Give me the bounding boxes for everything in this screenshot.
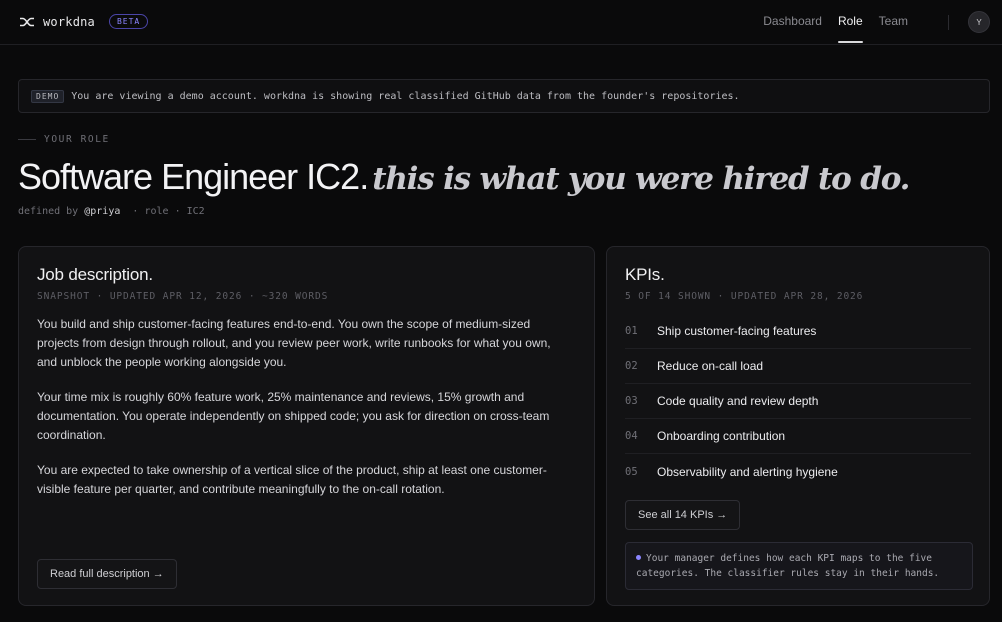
kpi-label: Observability and alerting hygiene: [657, 464, 838, 479]
section-label-text: YOUR ROLE: [44, 134, 110, 145]
kpi-label: Code quality and review depth: [657, 394, 819, 408]
nav-team[interactable]: Team: [879, 14, 908, 28]
kpi-number: 03: [625, 395, 638, 407]
beta-badge: BETA: [108, 14, 149, 29]
demo-tag: DEMO: [31, 89, 65, 103]
kpi-item[interactable]: 01 Ship customer-facing features: [625, 314, 971, 349]
nav-role[interactable]: Role: [837, 14, 863, 43]
info-dot-icon: [636, 555, 641, 560]
demo-banner: DEMO You are viewing a demo account. wor…: [18, 79, 990, 113]
nav-dashboard[interactable]: Dashboard: [763, 14, 822, 28]
demo-banner-text: You are viewing a demo account. workdna …: [71, 90, 740, 102]
kpi-card-title: KPIs.: [625, 265, 665, 284]
kpi-label: Ship customer-facing features: [657, 324, 817, 338]
meta-suffix: · role · IC2: [132, 206, 205, 217]
kpi-item[interactable]: 05 Observability and alerting hygiene: [625, 454, 971, 489]
read-full-description-button[interactable]: Read full description →: [37, 559, 177, 589]
job-card-subtitle: SNAPSHOT · UPDATED APR 12, 2026 · ~320 W…: [37, 291, 329, 302]
job-card-title: Job description.: [37, 265, 153, 284]
kpi-item[interactable]: 03 Code quality and review depth: [625, 384, 971, 419]
kpi-item[interactable]: 02 Reduce on-call load: [625, 349, 971, 384]
brand-name: workdna: [43, 14, 95, 29]
brand[interactable]: workdna BETA: [19, 14, 149, 29]
kpi-number: 01: [625, 325, 638, 337]
meta-prefix: defined by: [18, 206, 79, 217]
role-tagline: this is what you were hired to do.: [372, 161, 910, 197]
user-avatar[interactable]: Y: [968, 11, 990, 33]
section-dash: [18, 139, 36, 140]
kpi-note-text: Your manager defines how each KPI maps t…: [636, 553, 940, 579]
kpi-card-subtitle: 5 OF 14 SHOWN · UPDATED APR 28, 2026: [625, 291, 864, 302]
role-meta: defined by @priya · role · IC2: [18, 206, 205, 217]
kpi-list: 01 Ship customer-facing features 02 Redu…: [625, 314, 971, 489]
kpi-label: Reduce on-call load: [657, 359, 764, 373]
section-label: YOUR ROLE: [18, 134, 110, 145]
kpi-item[interactable]: 04 Onboarding contribution: [625, 419, 971, 454]
page-title: Software Engineer IC2. this is what you w…: [18, 156, 910, 198]
kpi-info-note: Your manager defines how each KPI maps t…: [625, 542, 973, 590]
kpis-card: KPIs. 5 OF 14 SHOWN · UPDATED APR 28, 20…: [606, 246, 990, 606]
role-author[interactable]: @priya: [84, 206, 120, 217]
job-description-card: Job description. SNAPSHOT · UPDATED APR …: [18, 246, 595, 606]
kpi-number: 05: [625, 465, 638, 478]
kpi-label: Onboarding contribution: [657, 429, 786, 443]
nav-divider: [948, 15, 949, 30]
job-paragraph: You are expected to take ownership of a …: [37, 463, 547, 496]
shuffle-icon: [20, 17, 34, 26]
job-paragraph: You build and ship customer-facing featu…: [37, 317, 551, 369]
role-title: Software Engineer IC2.: [18, 156, 369, 197]
see-all-kpis-button[interactable]: See all 14 KPIs →: [625, 500, 741, 530]
job-description-body: You build and ship customer-facing featu…: [37, 315, 567, 515]
main-nav: Dashboard Role Team: [747, 14, 908, 43]
kpi-number: 02: [625, 360, 638, 372]
kpi-number: 04: [625, 430, 638, 442]
job-paragraph: Your time mix is roughly 60% feature wor…: [37, 390, 550, 442]
top-nav: workdna BETA Dashboard Role Team Y: [0, 0, 1002, 45]
